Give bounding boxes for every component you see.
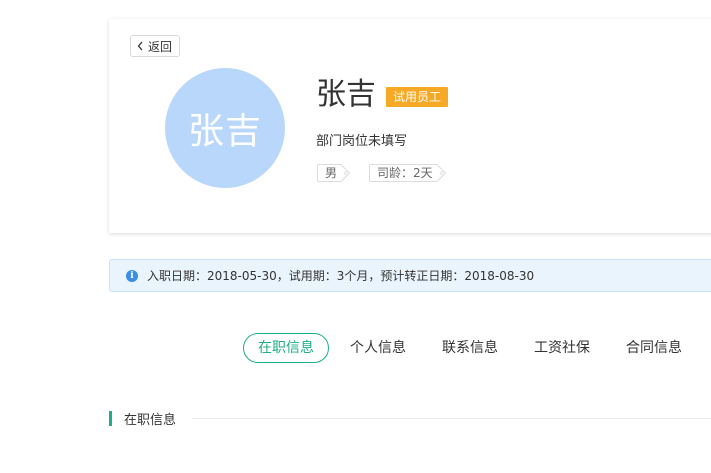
section-title: 在职信息 [124, 412, 177, 428]
section-accent-bar [109, 410, 112, 426]
profile-card: 返回 张吉 张吉 试用员工 部门岗位未填写 男 司龄：2天 [109, 19, 711, 233]
back-button-label: 返回 [148, 39, 173, 54]
tab-salary-social-security[interactable]: 工资社保 [534, 333, 590, 363]
employee-name: 张吉 [316, 77, 376, 112]
tenure-tag: 司龄：2天 [369, 164, 447, 182]
tab-contact-info[interactable]: 联系信息 [442, 333, 498, 363]
chevron-left-icon [137, 41, 143, 51]
tab-personal-info[interactable]: 个人信息 [350, 333, 406, 363]
probation-info-text: 入职日期：2018-05-30，试用期：3个月，预计转正日期：2018-08-3… [147, 269, 535, 283]
tab-employment-info[interactable]: 在职信息 [243, 333, 329, 363]
info-icon: i [126, 269, 138, 282]
tag-arrow-icon [436, 164, 446, 182]
gender-tag-label: 男 [317, 164, 342, 182]
section-divider [192, 417, 711, 419]
section-header-employment-info: 在职信息 [109, 410, 711, 428]
department-position: 部门岗位未填写 [316, 134, 408, 149]
avatar-text: 张吉 [187, 111, 262, 152]
tenure-tag-label: 司龄：2天 [369, 164, 437, 182]
tag-arrow-icon [341, 164, 351, 182]
avatar: 张吉 [165, 68, 285, 188]
gender-tag: 男 [317, 164, 351, 182]
employee-detail-page: 返回 张吉 张吉 试用员工 部门岗位未填写 男 司龄：2天 i 入职日期：201… [0, 0, 711, 473]
status-badge: 试用员工 [386, 87, 449, 107]
back-button[interactable]: 返回 [130, 35, 181, 57]
tab-contract-info[interactable]: 合同信息 [626, 333, 682, 363]
probation-info-bar: i 入职日期：2018-05-30，试用期：3个月，预计转正日期：2018-08… [109, 259, 711, 292]
